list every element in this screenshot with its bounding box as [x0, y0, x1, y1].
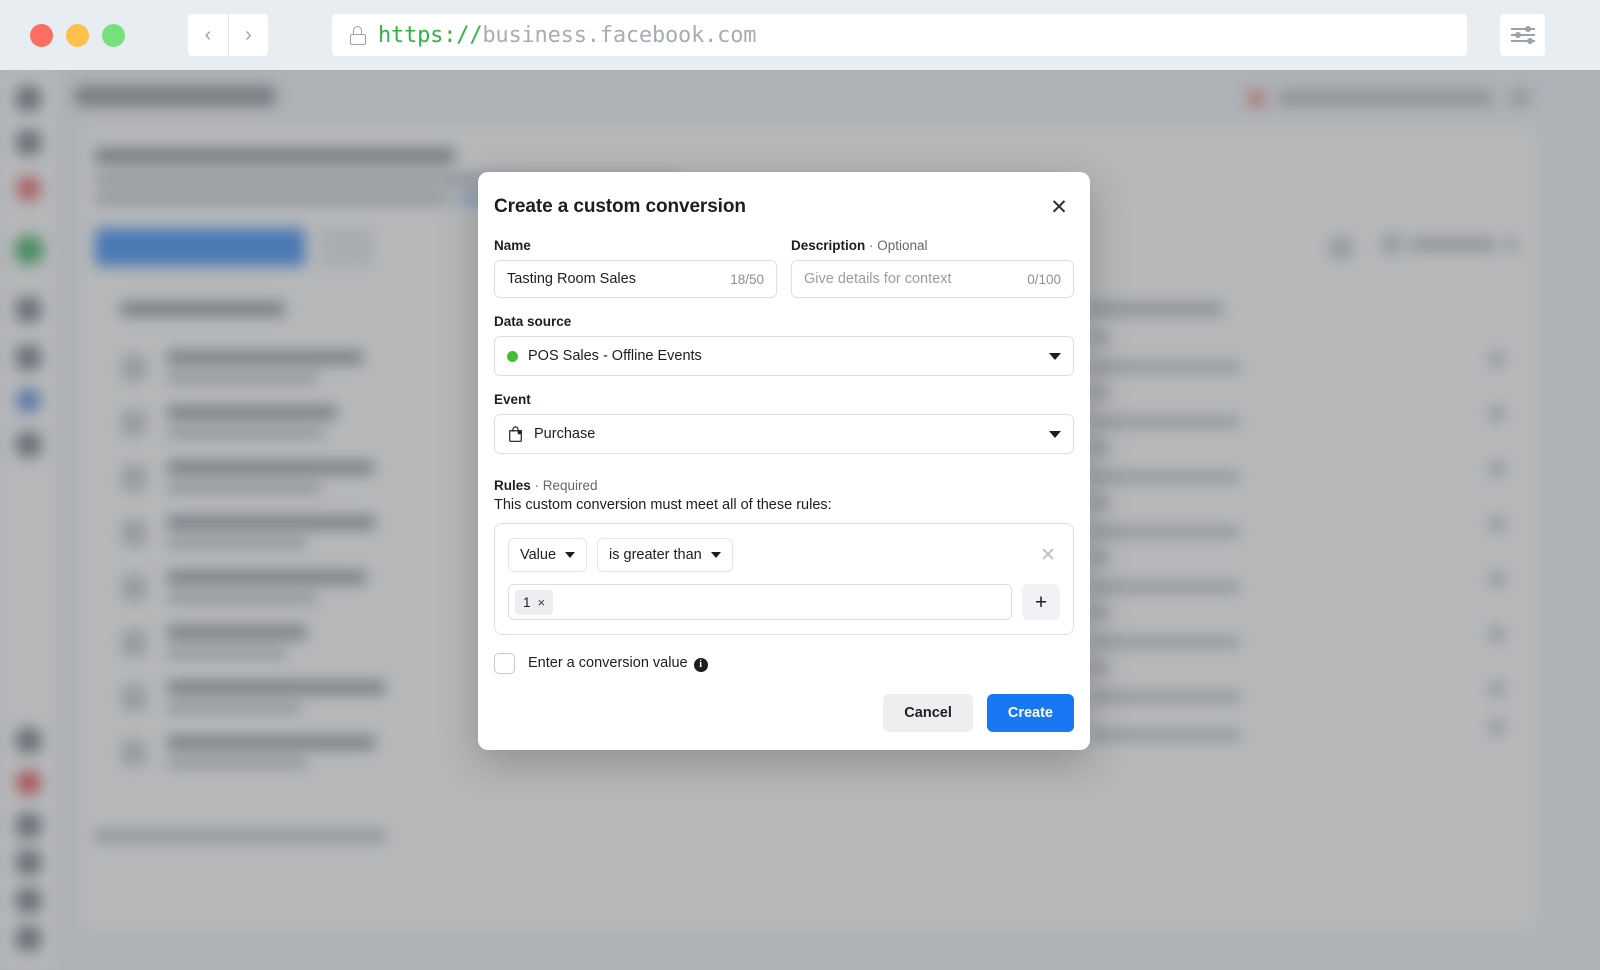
name-input[interactable]: Tasting Room Sales 18/50 — [494, 260, 777, 298]
rule-parameter-select[interactable]: Value — [508, 538, 588, 572]
url-scheme: https:// — [378, 22, 483, 48]
back-icon[interactable]: ‹ — [188, 14, 228, 56]
conversion-value-label-text: Enter a conversion value — [528, 655, 688, 672]
close-window-button[interactable] — [30, 23, 53, 47]
rules-group: Rules · Required This custom conversion … — [494, 478, 1074, 635]
status-dot-icon — [507, 350, 518, 362]
data-source-group: Data source POS Sales - Offline Events — [494, 314, 1074, 376]
name-description-row: Name Tasting Room Sales 18/50 Descriptio… — [494, 238, 1074, 298]
data-source-select[interactable]: POS Sales - Offline Events — [494, 336, 1074, 376]
description-input[interactable]: Give details for context 0/100 — [791, 260, 1074, 298]
event-group: Event Purchase — [494, 392, 1074, 454]
settings-sliders-icon[interactable] — [1500, 14, 1545, 56]
name-field-group: Name Tasting Room Sales 18/50 — [494, 238, 777, 298]
chevron-down-icon — [1049, 430, 1061, 438]
conversion-value-checkbox[interactable] — [494, 653, 515, 674]
rule-parameter-value: Value — [520, 547, 557, 563]
lock-icon — [350, 25, 366, 45]
forward-icon[interactable]: › — [228, 14, 268, 56]
data-source-value: POS Sales - Offline Events — [528, 348, 702, 364]
rules-label-text: Rules — [494, 478, 531, 493]
chevron-down-icon — [710, 552, 721, 558]
url-text: https://business.facebook.com — [378, 22, 757, 48]
screen: ‹ › https://business.facebook.com Create… — [0, 0, 1600, 970]
description-label-text: Description — [791, 238, 866, 253]
remove-rule-icon[interactable]: ✕ — [1036, 544, 1060, 567]
rule-operator-select[interactable]: is greater than — [597, 538, 733, 572]
rule-value-token[interactable]: 1 × — [515, 589, 554, 615]
dialog-header: Create a custom conversion ✕ — [478, 194, 1090, 220]
shopping-bag-icon — [509, 426, 522, 442]
description-optional-text: · Optional — [865, 238, 928, 253]
rule-row-top: Value is greater than ✕ — [508, 538, 1060, 572]
rule-operator-value: is greater than — [609, 547, 702, 563]
name-input-value: Tasting Room Sales — [507, 271, 636, 287]
data-source-label: Data source — [494, 314, 572, 329]
chevron-down-icon — [1049, 352, 1061, 360]
description-counter: 0/100 — [1027, 271, 1061, 287]
rule-value-token-text: 1 — [523, 594, 531, 610]
minimize-window-button[interactable] — [66, 23, 89, 47]
name-counter: 18/50 — [730, 271, 764, 287]
rules-required-text: · Required — [530, 478, 598, 493]
chevron-down-icon — [565, 552, 576, 558]
rule-row-bottom: 1 × + — [508, 584, 1060, 620]
cancel-button[interactable]: Cancel — [883, 694, 973, 732]
address-bar[interactable]: https://business.facebook.com — [332, 14, 1467, 56]
create-custom-conversion-dialog: Create a custom conversion ✕ Name Tastin… — [478, 172, 1090, 750]
conversion-value-label: Enter a conversion value i — [528, 655, 708, 672]
conversion-value-row[interactable]: Enter a conversion value i — [494, 653, 1074, 674]
maximize-window-button[interactable] — [102, 23, 125, 47]
rules-label: Rules · Required — [494, 478, 1074, 493]
event-label: Event — [494, 392, 531, 407]
url-host: business.facebook.com — [482, 22, 757, 48]
navigation-buttons: ‹ › — [188, 14, 268, 56]
close-icon[interactable]: ✕ — [1046, 194, 1072, 220]
window-traffic-lights — [30, 23, 125, 47]
rule-value-input[interactable]: 1 × — [508, 584, 1012, 620]
event-select[interactable]: Purchase — [494, 414, 1074, 454]
create-button[interactable]: Create — [986, 694, 1074, 732]
description-placeholder: Give details for context — [804, 271, 952, 287]
description-field-group: Description · Optional Give details for … — [791, 238, 1074, 298]
description-label: Description · Optional — [791, 238, 1074, 253]
add-rule-button[interactable]: + — [1022, 584, 1060, 620]
name-label: Name — [494, 238, 531, 253]
event-value: Purchase — [534, 426, 596, 442]
dialog-body: Name Tasting Room Sales 18/50 Descriptio… — [478, 238, 1090, 674]
remove-token-icon[interactable]: × — [538, 595, 546, 610]
info-icon[interactable]: i — [693, 657, 708, 672]
rule-row: Value is greater than ✕ 1 × + — [494, 523, 1074, 635]
dialog-title: Create a custom conversion — [494, 196, 746, 217]
dialog-footer: Cancel Create — [478, 678, 1090, 750]
browser-chrome: ‹ › https://business.facebook.com — [0, 0, 1600, 70]
rules-description: This custom conversion must meet all of … — [494, 497, 832, 513]
